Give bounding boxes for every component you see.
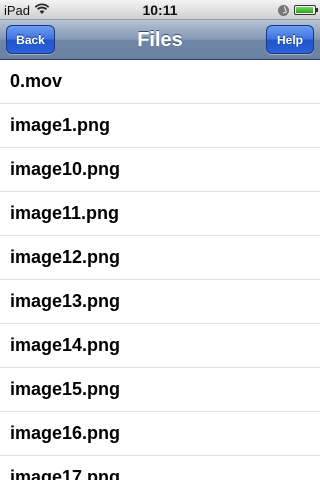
file-name: image15.png — [10, 379, 121, 399]
file-list: 0.mov image1.png image10.png image11.png… — [0, 60, 320, 480]
file-name: image11.png — [10, 203, 120, 223]
file-row[interactable]: image11.png — [0, 192, 320, 236]
screen: iPad 10:11 Files Back Help 0.mov image1.… — [0, 0, 320, 480]
status-time: 10:11 — [142, 2, 178, 18]
navigation-bar: Files Back Help — [0, 20, 320, 60]
help-button[interactable]: Help — [266, 25, 314, 54]
file-row[interactable]: image15.png — [0, 368, 320, 412]
rotation-lock-icon — [278, 4, 289, 16]
file-row[interactable]: image13.png — [0, 280, 320, 324]
file-name: image12.png — [10, 247, 121, 267]
file-row[interactable]: image10.png — [0, 148, 320, 192]
file-row[interactable]: image17.png — [0, 456, 320, 480]
file-row[interactable]: image12.png — [0, 236, 320, 280]
file-name: image16.png — [10, 423, 121, 443]
file-row[interactable]: image16.png — [0, 412, 320, 456]
file-name: image1.png — [10, 115, 111, 135]
status-bar: iPad 10:11 — [0, 0, 320, 20]
file-row[interactable]: image1.png — [0, 104, 320, 148]
file-name: image10.png — [10, 159, 121, 179]
file-name: image13.png — [10, 291, 121, 311]
battery-icon — [294, 5, 318, 15]
battery-fill — [296, 7, 313, 13]
status-right — [278, 0, 318, 20]
file-name: image14.png — [10, 335, 121, 355]
file-name: 0.mov — [10, 71, 63, 91]
file-name: image17.png — [10, 467, 121, 480]
file-row[interactable]: image14.png — [0, 324, 320, 368]
file-row[interactable]: 0.mov — [0, 60, 320, 104]
back-button[interactable]: Back — [6, 25, 55, 54]
